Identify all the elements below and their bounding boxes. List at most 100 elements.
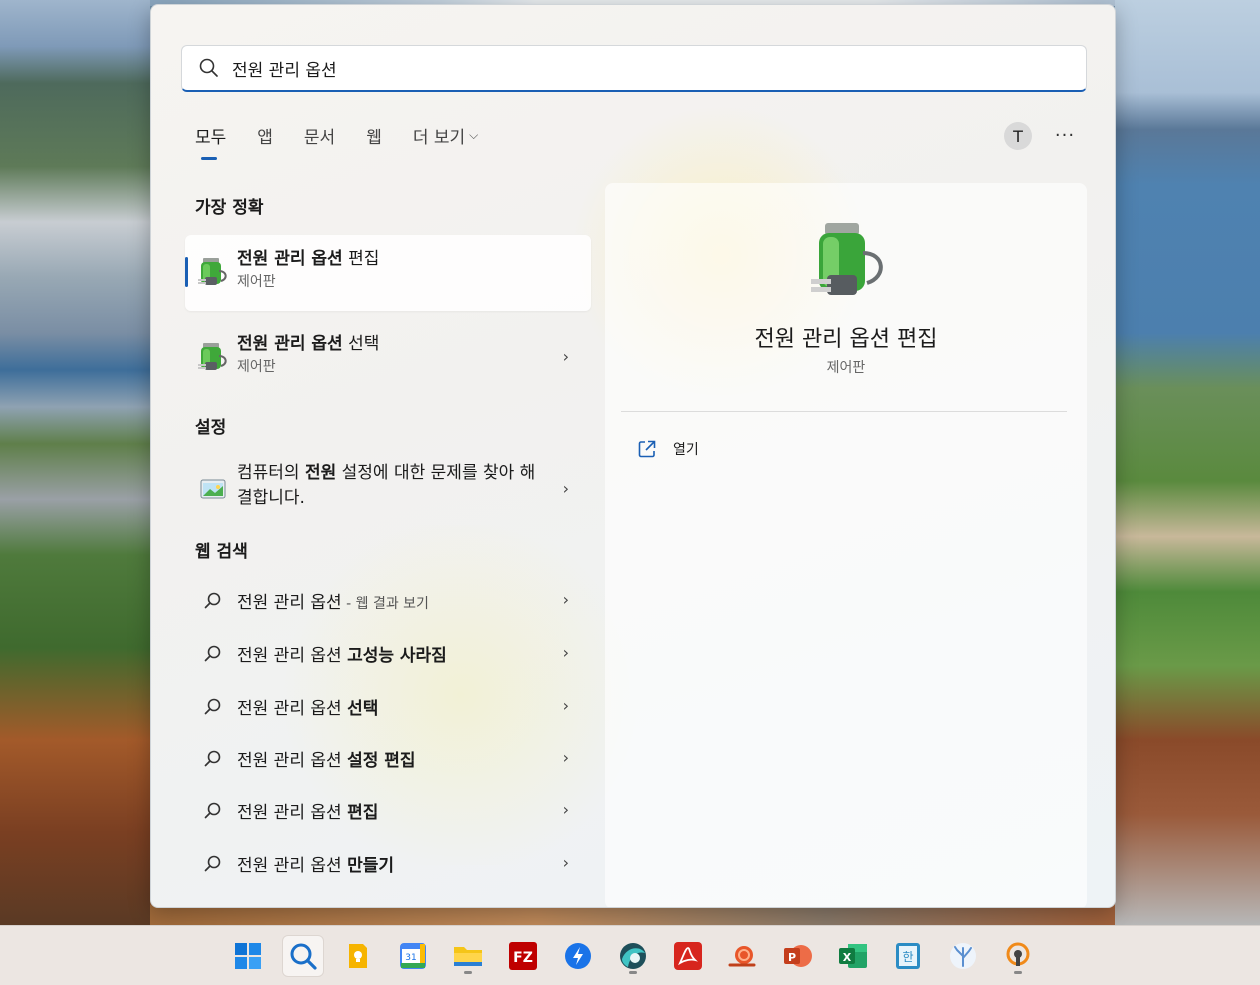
windows-start-icon — [235, 943, 261, 969]
hwp-icon: 한 — [896, 943, 920, 969]
web-result-prefix: 전원 관리 옵션 — [237, 803, 348, 823]
snail-icon — [728, 946, 756, 967]
web-result-item[interactable]: 전원 관리 옵션 - 웹 결과 보기 › — [185, 581, 591, 621]
taskbar-excel[interactable]: X — [833, 936, 873, 976]
search-icon — [290, 943, 317, 970]
settings-result-power-troubleshoot[interactable]: 컴퓨터의 전원 설정에 대한 문제를 찾아 해결합니다. › — [185, 457, 591, 527]
tab-apps-label: 앱 — [257, 128, 273, 148]
result-title-rest: 선택 — [342, 334, 380, 354]
preview-subtitle: 제어판 — [826, 360, 866, 376]
chevron-right-icon[interactable]: › — [563, 853, 569, 872]
power-options-icon — [198, 258, 227, 285]
web-result-item[interactable]: 전원 관리 옵션 설정 편집 › — [185, 739, 591, 779]
taskbar-filezilla[interactable]: FZ — [503, 936, 543, 976]
result-preview-pane: 전원 관리 옵션 편집 제어판 열기 — [605, 183, 1087, 907]
web-result-bold: 만들기 — [347, 856, 394, 876]
chevron-right-icon[interactable]: › — [563, 800, 569, 819]
section-title-web-search: 웹 검색 — [195, 542, 248, 562]
messenger-icon — [565, 943, 591, 969]
windows-start-button[interactable] — [228, 936, 268, 976]
taskbar-search-button[interactable] — [283, 936, 323, 976]
web-result-item[interactable]: 전원 관리 옵션 편집 › — [185, 791, 591, 831]
chevron-right-icon[interactable]: › — [563, 347, 569, 366]
web-result-item[interactable]: 전원 관리 옵션 고성능 사라짐 › — [185, 634, 591, 674]
web-result-bold: 고성능 사라짐 — [347, 646, 447, 666]
tab-more-label: 더 보기 — [412, 128, 466, 148]
taskbar-hwp[interactable]: 한 — [888, 936, 928, 976]
web-result-text: 전원 관리 옵션 선택 — [237, 694, 378, 719]
running-indicator — [464, 971, 472, 974]
desktop-wallpaper-bottom — [150, 905, 1115, 925]
web-result-item[interactable]: 전원 관리 옵션 만들기 › — [185, 844, 591, 884]
taskbar-calendar[interactable]: 31 — [393, 936, 433, 976]
web-result-text: 전원 관리 옵션 - 웹 결과 보기 — [237, 588, 429, 613]
taskbar-browser[interactable] — [613, 936, 653, 976]
powerpoint-glyph: P — [788, 951, 796, 964]
search-icon — [204, 645, 221, 662]
account-avatar[interactable]: T — [1004, 122, 1032, 150]
chevron-right-icon[interactable]: › — [563, 590, 569, 609]
web-result-suffix: - 웹 결과 보기 — [341, 596, 429, 612]
tab-web[interactable]: 웹 — [366, 123, 382, 159]
more-options-button[interactable]: ··· — [1053, 123, 1077, 147]
search-input[interactable] — [232, 58, 1032, 78]
chevron-right-icon[interactable]: › — [563, 696, 569, 715]
taskbar-vpn[interactable] — [998, 936, 1038, 976]
open-button[interactable]: 열기 — [637, 437, 699, 461]
best-match-result-edit-power-plan[interactable]: 전원 관리 옵션 편집 제어판 — [185, 235, 591, 311]
best-match-result-choose-power-plan[interactable]: 전원 관리 옵션 선택 제어판 › — [185, 320, 591, 396]
taskbar-keep-notes[interactable] — [338, 936, 378, 976]
file-explorer-icon — [454, 947, 482, 966]
taskbar-acrobat[interactable] — [668, 936, 708, 976]
web-result-text: 전원 관리 옵션 편집 — [237, 798, 378, 823]
running-indicator — [629, 971, 637, 974]
coral-icon — [950, 943, 976, 969]
taskbar-snail-app[interactable] — [723, 936, 763, 976]
search-icon — [204, 592, 221, 609]
search-icon — [204, 802, 221, 819]
settings-text-bold: 전원 — [304, 463, 337, 483]
troubleshoot-settings-icon — [200, 479, 226, 499]
tab-web-label: 웹 — [366, 128, 382, 148]
chevron-right-icon[interactable]: › — [563, 643, 569, 662]
web-result-bold: 선택 — [347, 699, 379, 719]
tab-documents-label: 문서 — [303, 128, 336, 148]
section-title-best-match: 가장 정확 — [195, 198, 264, 218]
tab-documents[interactable]: 문서 — [304, 123, 335, 159]
settings-text-before: 컴퓨터의 — [237, 463, 305, 483]
powerpoint-icon: P — [784, 945, 812, 967]
web-result-text: 전원 관리 옵션 만들기 — [237, 851, 394, 876]
calendar-day: 31 — [405, 953, 416, 963]
filezilla-glyph: FZ — [513, 950, 533, 966]
taskbar-powerpoint[interactable]: P — [778, 936, 818, 976]
web-result-prefix: 전원 관리 옵션 — [237, 856, 348, 876]
web-result-text: 전원 관리 옵션 설정 편집 — [237, 746, 416, 771]
result-subtitle: 제어판 — [237, 274, 276, 290]
tab-more[interactable]: 더 보기 ⌵ — [413, 123, 478, 159]
preview-divider — [621, 411, 1067, 412]
search-icon — [204, 855, 221, 872]
tab-all-label: 모두 — [195, 128, 227, 148]
chevron-right-icon[interactable]: › — [563, 748, 569, 767]
result-title-bold: 전원 관리 옵션 — [237, 334, 343, 354]
taskbar-coral-app[interactable] — [943, 936, 983, 976]
taskbar-file-explorer[interactable] — [448, 936, 488, 976]
settings-result-text: 컴퓨터의 전원 설정에 대한 문제를 찾아 해결합니다. — [237, 461, 537, 511]
taskbar: 31 FZ P X 한 — [0, 925, 1260, 985]
power-options-icon — [811, 223, 883, 295]
tab-apps[interactable]: 앱 — [257, 123, 273, 159]
keep-notes-icon — [349, 944, 367, 968]
result-subtitle: 제어판 — [237, 359, 276, 375]
web-result-prefix: 전원 관리 옵션 — [237, 593, 342, 613]
web-result-text: 전원 관리 옵션 고성능 사라짐 — [237, 641, 447, 666]
web-result-item[interactable]: 전원 관리 옵션 선택 › — [185, 687, 591, 727]
chevron-right-icon[interactable]: › — [563, 479, 569, 498]
filezilla-icon: FZ — [509, 942, 537, 970]
power-options-icon — [198, 343, 227, 370]
web-result-bold: 편집 — [347, 803, 379, 823]
taskbar-messenger[interactable] — [558, 936, 598, 976]
search-box[interactable] — [181, 45, 1087, 92]
browser-icon — [620, 943, 646, 969]
desktop-wallpaper-left — [0, 0, 150, 925]
tab-all[interactable]: 모두 — [195, 123, 227, 160]
